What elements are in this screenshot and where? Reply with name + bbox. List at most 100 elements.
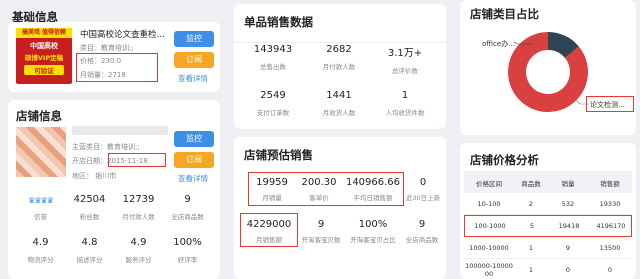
single-stat: 1 人均收货件数: [372, 90, 438, 117]
stat-value: 4.9: [130, 237, 147, 248]
table-row-highlighted[interactable]: 100-1000 5 19418 4196170: [464, 215, 632, 237]
table-cell: 532: [561, 200, 575, 208]
stat-value: 4229000: [246, 219, 292, 230]
column-header: 商品数: [521, 180, 541, 188]
table-cell: 5: [529, 222, 535, 230]
shop-info-card: 店铺信息 主营类目：教育培训;; 开店日期：2015-11-18 地区： 银川市…: [8, 100, 220, 279]
positive-rate: 100% 好评率: [163, 237, 212, 264]
highlight-box: [108, 153, 166, 167]
forecast-stat: 100% 开淘客宝贝占比: [346, 219, 400, 244]
table-cell: 13500: [599, 244, 621, 252]
forecast-stat: 200.30 客单价: [296, 177, 342, 202]
table-cell: 19418: [558, 222, 580, 230]
shop-subscribe-button[interactable]: 订阅: [174, 152, 214, 168]
table-cell: 1000-10000: [469, 244, 509, 252]
shop-monitor-button[interactable]: 监控: [174, 131, 214, 147]
stat-label: 开淘客宝贝占比: [350, 236, 396, 244]
monthly-payers-stat: 12739 月付款人数: [114, 194, 163, 221]
thumb-line-3: 硕博VIP定稿: [24, 54, 64, 62]
table-cell: 1: [528, 266, 534, 274]
product-title[interactable]: 中国高校论文查重检…: [80, 28, 165, 40]
stat-label: 月收货人数: [322, 109, 356, 117]
stat-value: 140966.66: [345, 177, 401, 188]
basic-info-card: 搞美戏 值得信赖 中国高校 硕博VIP定稿 可验证 中国高校论文查重检… 类目：…: [8, 22, 220, 92]
stat-label: 全店商品数: [405, 236, 439, 244]
table-row[interactable]: 100000-1000000 1 0 0: [464, 259, 632, 279]
stat-value: 200.30: [301, 177, 337, 188]
forecast-stat: 4229000 月销售额: [242, 219, 296, 244]
pie-label-office: office办…: [482, 39, 515, 48]
shop-info-heading: 店铺信息: [16, 109, 62, 123]
single-stat: 2549 支付订单数: [240, 90, 306, 117]
stat-value: 3.1万+: [387, 48, 423, 59]
stat-label: 开淘客宝贝数: [301, 236, 341, 244]
single-stat: 3.1万+ 总评价数: [372, 44, 438, 75]
stat-label: 好评率: [177, 256, 198, 264]
stat-value: 4.8: [81, 237, 98, 248]
stat-value: 42504: [73, 194, 106, 205]
table-row[interactable]: 1000-10000 1 9 13500: [464, 237, 632, 259]
shop-stats-row-2: 4.9 物流评分 4.8 描述评分 4.9 服务评分 100% 好评率: [16, 237, 212, 273]
stat-label: 总售出数: [260, 63, 286, 71]
stat-value: 2549: [260, 90, 286, 101]
stat-value: 9: [317, 219, 325, 230]
description-score: 4.8 描述评分: [65, 237, 114, 264]
price-analysis-heading: 店铺价格分析: [470, 153, 539, 167]
category-pie-chart: office办… 论文检测…: [482, 32, 625, 113]
stat-value: 1: [401, 90, 409, 101]
single-sales-card: 单品销售数据 143943 总售出数 2682 月付款人数 3.1万+ 总评价数…: [234, 4, 446, 129]
stat-label: 物流评分: [27, 256, 54, 264]
monitor-button[interactable]: 监控: [174, 31, 214, 47]
table-cell: 2: [528, 200, 534, 208]
forecast-stat: 9 全店商品数: [400, 219, 444, 244]
stat-value: 9: [418, 219, 426, 230]
column-header: 销售额: [600, 180, 620, 188]
fans-stat: 42504 粉丝数: [65, 194, 114, 221]
single-stat: 143943 总售出数: [240, 44, 306, 71]
stat-label: 信誉: [34, 213, 47, 221]
shop-details-link[interactable]: 查看详情: [178, 173, 208, 184]
stat-value: 12739: [122, 194, 155, 205]
stat-label: 服务评分: [125, 256, 152, 264]
stat-label: 平均日销售额: [353, 194, 393, 202]
stat-label: 月销量: [262, 194, 282, 202]
stat-value: 2682: [326, 44, 352, 55]
shop-avatar[interactable]: [16, 127, 66, 177]
shop-stats-row-1: ♛♛♛♛ 信誉 42504 粉丝数 12739 月付款人数 9 全店商品数: [16, 194, 212, 230]
stat-label: 描述评分: [76, 256, 103, 264]
column-header: 销量: [561, 180, 575, 188]
stat-value: 143943: [253, 44, 293, 55]
column-header: 价格区间: [476, 180, 502, 188]
stat-value: 4.9: [32, 237, 49, 248]
stat-value: 100%: [358, 219, 388, 230]
table-header-row: 价格区间 商品数 销量 销售额: [464, 171, 632, 193]
thumb-line-4: 可验证: [24, 65, 64, 75]
table-cell: 100000-1000000: [465, 262, 513, 278]
logistics-score: 4.9 物流评分: [16, 237, 65, 264]
table-cell: 9: [565, 244, 571, 252]
stat-value: 1441: [326, 90, 352, 101]
stat-value: 19959: [256, 177, 288, 188]
thumb-line-2: 中国高校: [30, 42, 58, 50]
stat-value: 9: [184, 194, 191, 205]
table-cell: 1: [528, 244, 534, 252]
single-sales-heading: 单品销售数据: [244, 15, 313, 29]
table-cell: 10-100: [477, 200, 501, 208]
credit-stat: ♛♛♛♛ 信誉: [16, 196, 65, 221]
highlight-box: [76, 53, 158, 82]
forecast-stat: 140966.66 平均日销售额: [342, 177, 404, 202]
table-row[interactable]: 10-100 2 532 19330: [464, 193, 632, 215]
forecast-card: 店铺预估销售 19959 月销量 200.30 客单价 140966.66 平均…: [234, 137, 446, 279]
forecast-heading: 店铺预估销售: [244, 148, 313, 162]
subscribe-button[interactable]: 订阅: [174, 52, 214, 68]
shop-category: 主营类目：教育培训;;: [72, 143, 140, 151]
stat-label: 粉丝数: [79, 213, 100, 221]
details-link[interactable]: 查看详情: [178, 73, 208, 84]
stat-label: 人均收货件数: [385, 109, 425, 117]
product-thumbnail[interactable]: 搞美戏 值得信赖 中国高校 硕博VIP定稿 可验证: [16, 28, 72, 84]
stat-label: 月付款人数: [322, 63, 356, 71]
stat-label: 客单价: [309, 194, 329, 202]
single-stat: 1441 月收货人数: [306, 90, 372, 117]
product-category: 类目：教育培训;;: [80, 44, 134, 52]
forecast-stat: 9 开淘客宝贝数: [296, 219, 346, 244]
